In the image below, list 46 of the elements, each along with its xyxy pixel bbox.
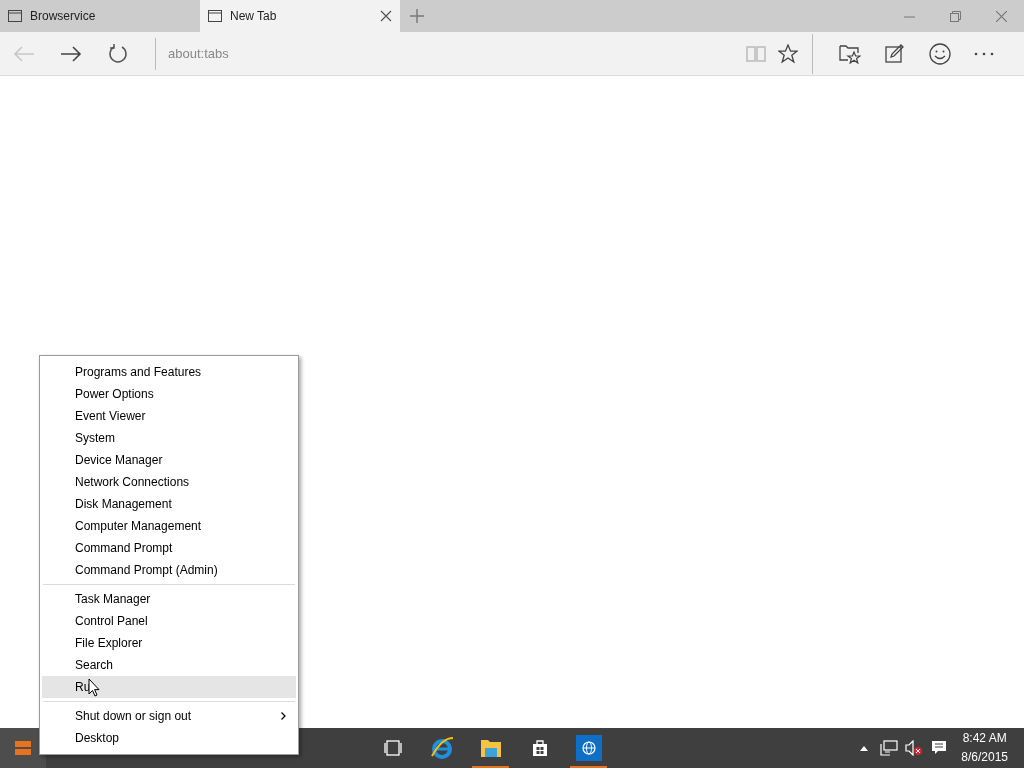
menu-item[interactable]: Programs and Features — [42, 361, 296, 383]
close-icon[interactable] — [380, 10, 392, 22]
task-view-icon — [383, 740, 402, 756]
network-icon — [879, 740, 898, 756]
forward-arrow-icon — [59, 45, 82, 62]
menu-item[interactable]: Search — [42, 654, 296, 676]
star-icon — [778, 43, 798, 64]
menu-item[interactable]: Power Options — [42, 383, 296, 405]
menu-item[interactable]: Device Manager — [42, 449, 296, 471]
clock[interactable]: 8:42 AM 8/6/2015 — [951, 728, 1018, 768]
menu-item[interactable]: Control Panel — [42, 610, 296, 632]
book-icon — [746, 45, 766, 62]
browser-e-icon — [429, 736, 454, 760]
folder-star-icon — [838, 43, 861, 64]
close-window-icon — [995, 10, 1007, 22]
menu-item[interactable]: Shut down or sign out — [42, 705, 296, 727]
more-icon — [974, 51, 994, 56]
menu-item[interactable]: File Explorer — [42, 632, 296, 654]
message-icon — [930, 740, 947, 756]
menu-item[interactable]: Desktop — [42, 727, 296, 749]
globe-icon — [581, 741, 596, 755]
menu-item[interactable]: Disk Management — [42, 493, 296, 515]
caret-up-icon — [859, 745, 868, 751]
menu-item[interactable]: System — [42, 427, 296, 449]
plus-icon — [410, 9, 424, 23]
tab-page-icon — [8, 10, 22, 22]
speaker-muted-icon — [904, 740, 923, 756]
back-arrow-icon — [12, 45, 35, 62]
tab[interactable]: New Tab — [200, 0, 400, 32]
refresh-icon — [107, 43, 128, 64]
folder-icon — [479, 738, 502, 758]
menu-item[interactable]: Task Manager — [42, 588, 296, 610]
menu-item[interactable]: Computer Management — [42, 515, 296, 537]
mouse-pointer-icon — [88, 677, 100, 697]
note-pencil-icon — [884, 43, 905, 64]
smiley-icon — [928, 42, 951, 65]
shopping-bag-icon — [531, 739, 548, 757]
menu-item[interactable]: Network Connections — [42, 471, 296, 493]
menu-item[interactable]: Command Prompt (Admin) — [42, 559, 296, 581]
tab-page-icon — [208, 10, 222, 22]
start-icon — [15, 741, 31, 755]
tab[interactable]: Browservice — [0, 0, 200, 32]
menu-item[interactable]: Event Viewer — [42, 405, 296, 427]
restore-icon — [949, 10, 961, 22]
menu-item[interactable]: Command Prompt — [42, 537, 296, 559]
start-button[interactable] — [0, 728, 46, 768]
